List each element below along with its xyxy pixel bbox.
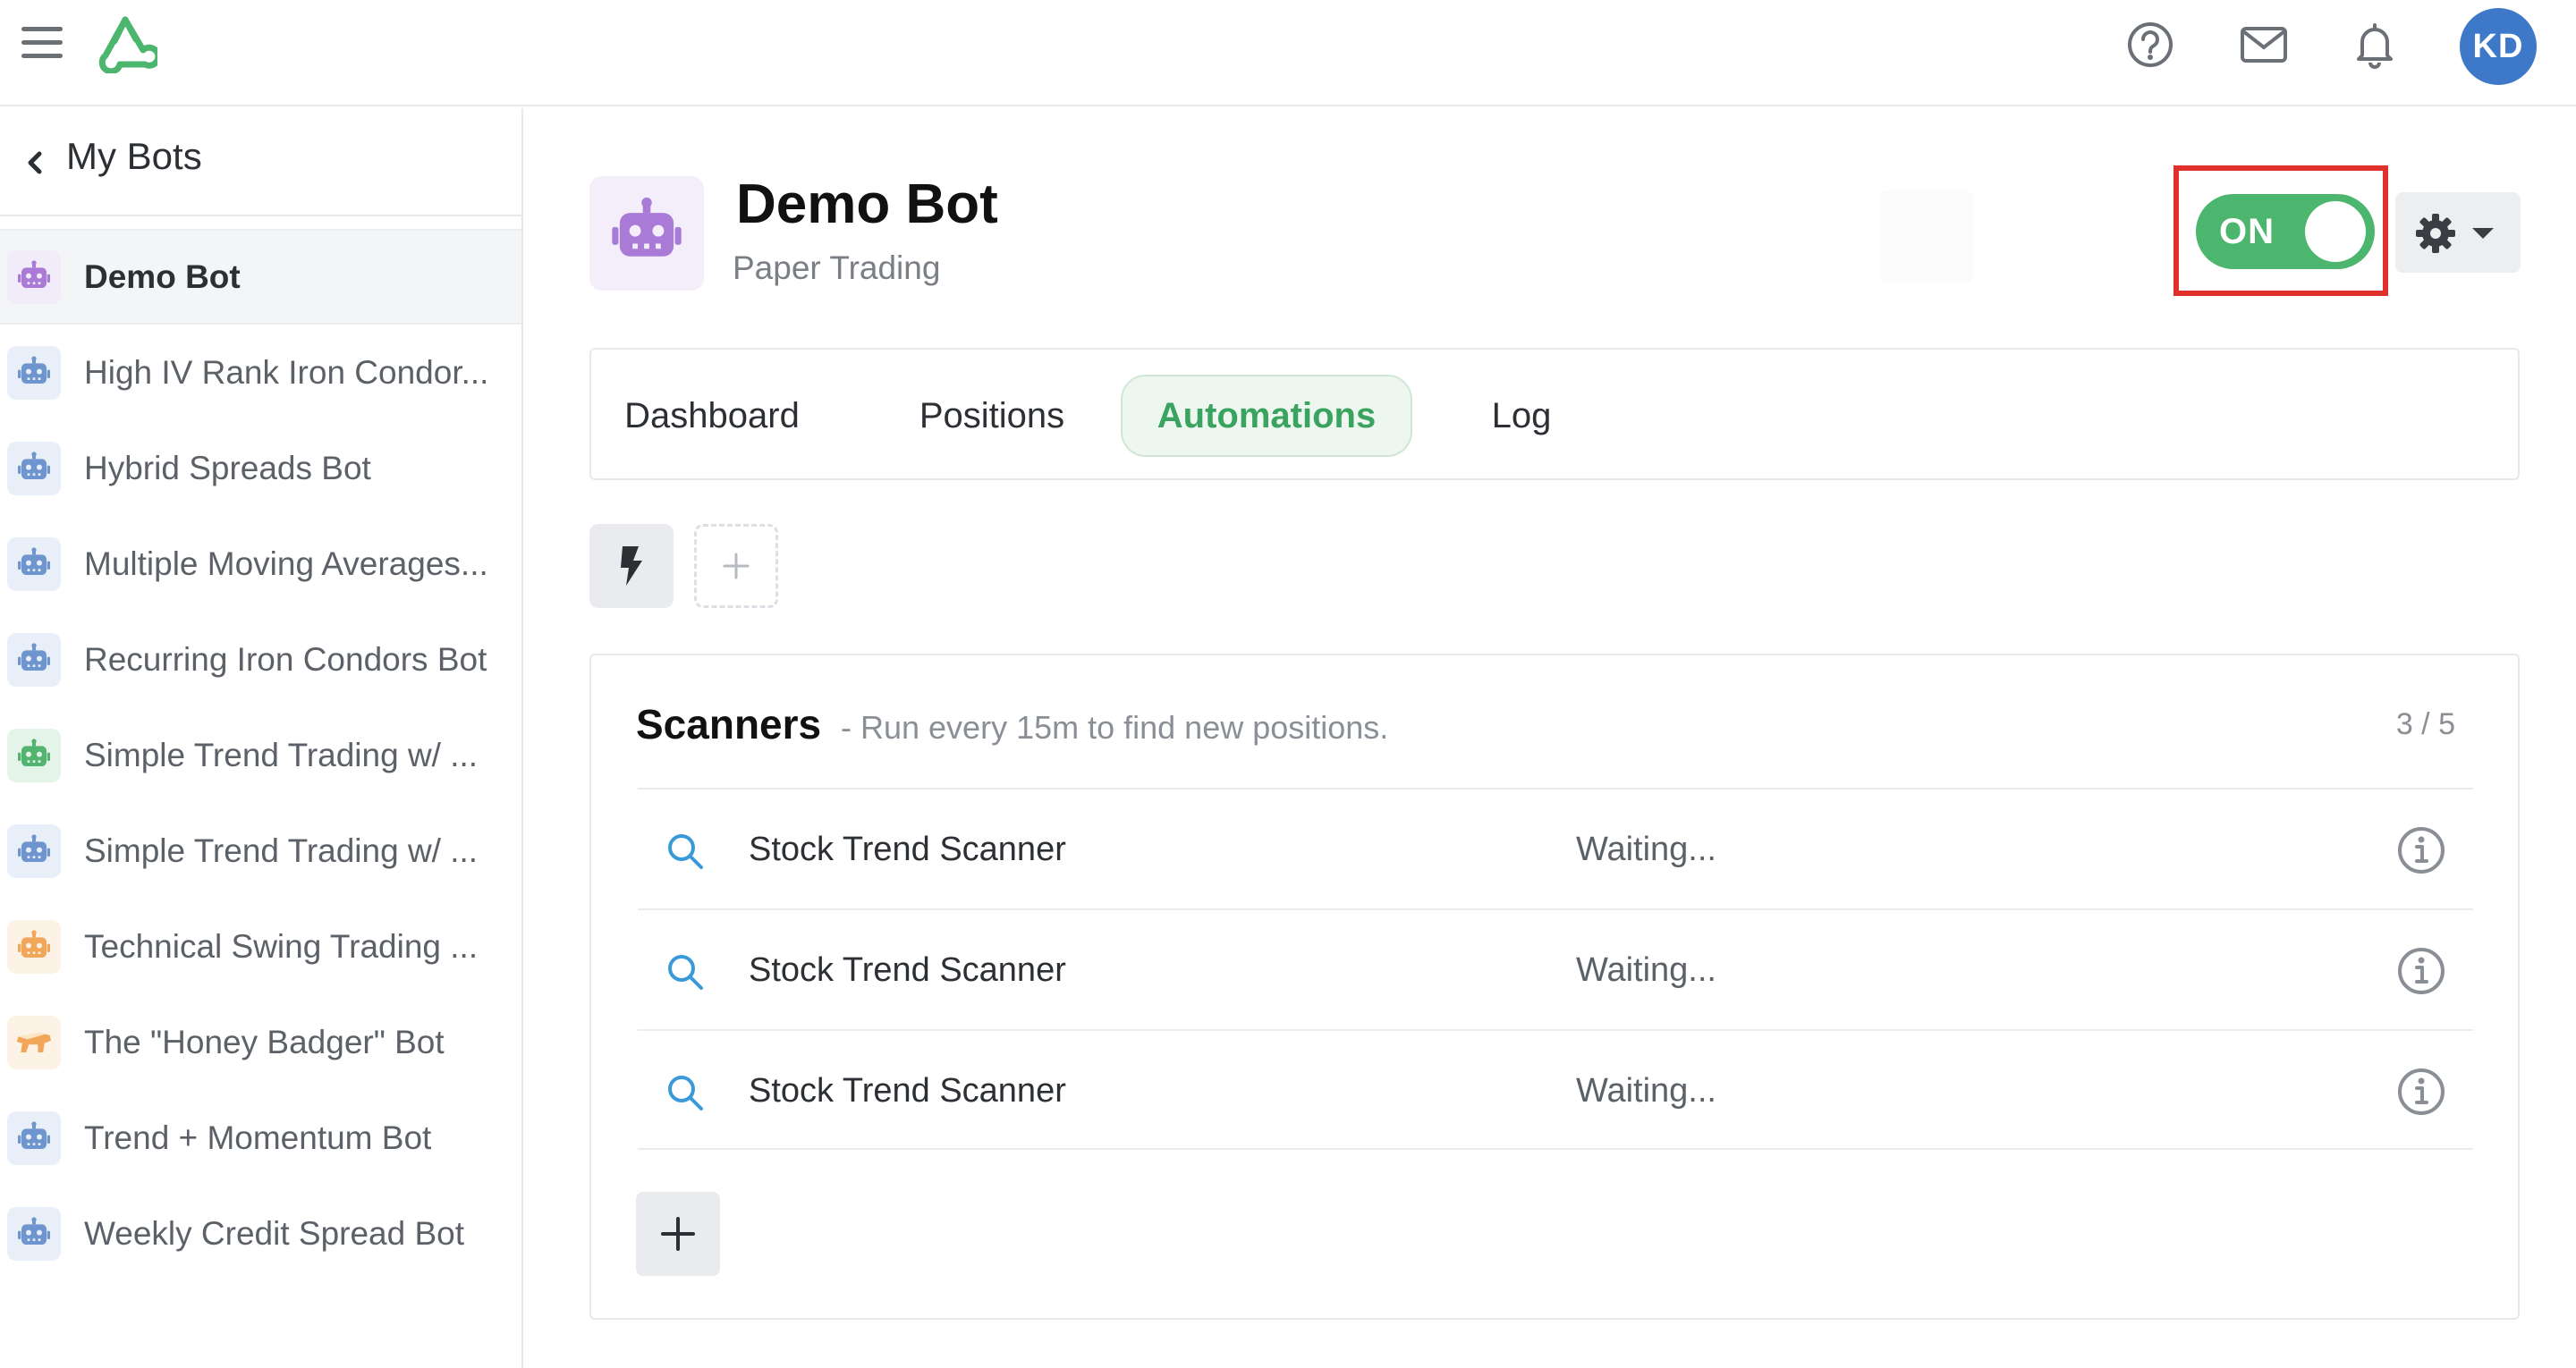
bot-title: Demo Bot — [736, 173, 998, 235]
tabs-bar: Dashboard Positions Automations Log — [589, 348, 2520, 480]
info-icon[interactable] — [2396, 1067, 2446, 1117]
robot-icon — [7, 823, 61, 878]
back-to-my-bots[interactable]: My Bots — [0, 108, 521, 216]
sidebar-bot-item[interactable]: Demo Bot — [0, 229, 521, 325]
robot-icon — [18, 355, 50, 384]
brand-logo-icon[interactable] — [93, 14, 157, 73]
search-icon — [668, 834, 703, 869]
robot-icon — [7, 441, 61, 495]
robot-icon — [7, 345, 61, 400]
scanners-description: - Run every 15m to find new positions. — [841, 709, 1389, 746]
sidebar-bot-item[interactable]: High IV Rank Iron Condor... — [0, 325, 521, 420]
honey-badger-icon — [7, 1015, 61, 1069]
scanner-name: Stock Trend Scanner — [749, 951, 1066, 989]
scanners-card: Scanners - Run every 15m to find new pos… — [589, 654, 2520, 1320]
sidebar-bot-item[interactable]: Technical Swing Trading ... — [0, 899, 521, 994]
scanners-title: Scanners — [636, 701, 822, 747]
sidebar-bot-label: Demo Bot — [84, 258, 241, 295]
toggle-label: ON — [2219, 212, 2275, 251]
robot-icon — [7, 919, 61, 974]
search-icon — [668, 955, 703, 990]
robot-icon — [18, 546, 50, 575]
back-label: My Bots — [66, 135, 202, 177]
bell-icon[interactable] — [2350, 20, 2400, 70]
robot-icon — [18, 929, 50, 958]
sidebar-bot-label: Simple Trend Trading w/ ... — [84, 832, 479, 869]
sidebar-bot-item[interactable]: Trend + Momentum Bot — [0, 1090, 521, 1186]
sidebar-bot-label: Hybrid Spreads Bot — [84, 449, 371, 486]
scanner-row[interactable]: Stock Trend Scanner Waiting... — [638, 908, 2473, 1029]
sidebar-bot-label: Multiple Moving Averages... — [84, 545, 488, 582]
sidebar-bot-label: High IV Rank Iron Condor... — [84, 353, 489, 391]
settings-dropdown-button[interactable] — [2395, 192, 2521, 273]
plus-icon — [723, 553, 750, 579]
sidebar-bot-item[interactable]: Simple Trend Trading w/ ... — [0, 803, 521, 899]
add-scanner-button[interactable] — [636, 1192, 720, 1276]
caret-down-icon — [2472, 228, 2494, 239]
sidebar-bot-label: Trend + Momentum Bot — [84, 1119, 432, 1156]
robot-icon — [612, 197, 682, 257]
sidebar-bot-label: Recurring Iron Condors Bot — [84, 640, 487, 678]
scanner-list: Stock Trend Scanner Waiting... Stock Trend… — [638, 788, 2473, 1150]
scanner-status: Waiting... — [1576, 951, 1716, 989]
sidebar-bot-item[interactable]: The "Honey Badger" Bot — [0, 994, 521, 1090]
tab-dashboard[interactable]: Dashboard — [624, 375, 800, 457]
mail-icon[interactable] — [2239, 20, 2289, 70]
user-avatar[interactable]: KD — [2460, 8, 2537, 85]
automation-trigger-button[interactable] — [589, 524, 674, 608]
robot-icon — [7, 1206, 61, 1261]
scanner-status: Waiting... — [1576, 1072, 1716, 1110]
sidebar-bot-item[interactable]: Multiple Moving Averages... — [0, 516, 521, 612]
scanner-status: Waiting... — [1576, 831, 1716, 868]
sidebar-bot-label: Simple Trend Trading w/ ... — [84, 736, 479, 773]
scanners-count: 3 / 5 — [2395, 707, 2455, 741]
tab-log[interactable]: Log — [1472, 375, 1571, 457]
sidebar-bot-label: Technical Swing Trading ... — [84, 927, 479, 965]
robot-icon — [18, 833, 50, 862]
robot-icon — [18, 1120, 50, 1149]
sidebar-bot-label: Weekly Credit Spread Bot — [84, 1214, 465, 1252]
help-circle-icon[interactable] — [2125, 20, 2175, 70]
tab-positions[interactable]: Positions — [913, 375, 1071, 457]
placeholder-box — [1880, 190, 1973, 283]
robot-icon — [7, 1110, 61, 1165]
tab-automations[interactable]: Automations — [1121, 375, 1412, 457]
robot-icon — [18, 738, 50, 766]
plus-icon — [661, 1217, 695, 1251]
scanner-name: Stock Trend Scanner — [749, 1072, 1066, 1110]
sidebar-bot-label: The "Honey Badger" Bot — [84, 1023, 445, 1060]
chevron-left-icon — [28, 151, 42, 174]
robot-icon — [18, 259, 50, 288]
main-content: Demo Bot Paper Trading ON Dashboard Posi… — [525, 108, 2576, 1368]
robot-icon — [7, 632, 61, 687]
sidebar-bot-item[interactable]: Hybrid Spreads Bot — [0, 420, 521, 516]
bot-on-off-toggle[interactable]: ON — [2196, 194, 2375, 269]
bot-list: Demo Bot High IV Rank Iron Condor... Hybri… — [0, 229, 521, 1281]
info-icon[interactable] — [2396, 946, 2446, 996]
sidebar-bot-item[interactable]: Simple Trend Trading w/ ... — [0, 707, 521, 803]
scanner-row[interactable]: Stock Trend Scanner Waiting... — [638, 1029, 2473, 1150]
robot-icon — [7, 536, 61, 591]
toggle-knob — [2305, 201, 2366, 262]
robot-icon — [7, 728, 61, 782]
robot-icon — [7, 249, 61, 304]
sidebar-bot-item[interactable]: Weekly Credit Spread Bot — [0, 1186, 521, 1281]
honey-badger-icon — [16, 1032, 52, 1052]
robot-icon — [18, 1216, 50, 1245]
scanner-row[interactable]: Stock Trend Scanner Waiting... — [638, 788, 2473, 908]
gear-icon — [2416, 214, 2455, 253]
robot-icon — [18, 451, 50, 479]
info-icon[interactable] — [2396, 825, 2446, 875]
bot-avatar-icon — [589, 176, 704, 291]
lightning-bolt-icon — [621, 546, 642, 586]
add-automation-button[interactable] — [694, 524, 778, 608]
sidebar-bot-item[interactable]: Recurring Iron Condors Bot — [0, 612, 521, 707]
top-bar: KD — [0, 0, 2576, 106]
scanner-name: Stock Trend Scanner — [749, 831, 1066, 868]
hamburger-menu-icon[interactable] — [21, 25, 64, 61]
robot-icon — [18, 642, 50, 671]
bot-subtitle: Paper Trading — [733, 249, 941, 286]
sidebar: My Bots Demo Bot High IV Rank Iron Condor… — [0, 108, 523, 1368]
search-icon — [668, 1076, 703, 1110]
